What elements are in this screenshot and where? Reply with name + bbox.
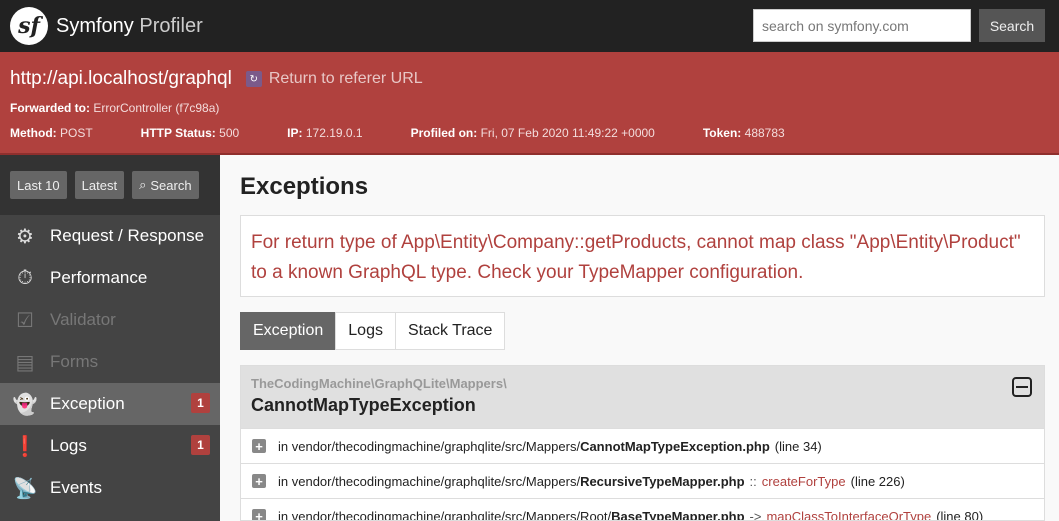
symfony-search-button[interactable]: Search bbox=[979, 9, 1045, 42]
brand-main: Symfony bbox=[56, 14, 134, 37]
trace-separator: -> bbox=[749, 508, 762, 521]
sidebar-item-validator[interactable]: ☑ Validator bbox=[0, 299, 220, 341]
tab-stack-trace[interactable]: Stack Trace bbox=[394, 312, 506, 350]
collapse-toggle-icon[interactable] bbox=[1012, 377, 1032, 397]
main-panel: Exceptions For return type of App\Entity… bbox=[220, 155, 1059, 521]
brand-sub: Profiler bbox=[139, 14, 203, 37]
profiled-label: Profiled on: bbox=[410, 126, 478, 140]
latest-button[interactable]: Latest bbox=[74, 171, 125, 199]
token-label: Token: bbox=[702, 126, 742, 140]
request-meta: Method: POST HTTP Status: 500 IP: 172.19… bbox=[10, 126, 833, 140]
exception-count-badge: 1 bbox=[191, 393, 210, 413]
trace-path: in vendor/thecodingmachine/graphqlite/sr… bbox=[278, 473, 581, 489]
referer-icon: ↻ bbox=[245, 71, 262, 87]
ghost-icon: 👻 bbox=[12, 393, 38, 416]
expand-plus-icon[interactable]: + bbox=[252, 509, 266, 520]
trace-line-number: (line 80) bbox=[936, 508, 984, 521]
trace-path: in vendor/thecodingmachine/graphqlite/sr… bbox=[278, 508, 612, 521]
trace-file[interactable]: CannotMapTypeException.php bbox=[580, 439, 770, 454]
expand-plus-icon[interactable]: + bbox=[252, 474, 266, 489]
request-summary: http://api.localhost/graphql ↻ Return to… bbox=[0, 52, 1059, 155]
forwarded-value[interactable]: ErrorController (f7c98a) bbox=[93, 101, 219, 115]
meta-token: Token: 488783 bbox=[703, 126, 809, 140]
sidebar-item-label: Exception bbox=[50, 394, 125, 413]
sidebar-item-logs[interactable]: ❗ Logs 1 bbox=[0, 425, 220, 467]
meta-method: Method: POST bbox=[10, 126, 117, 140]
trace-header: TheCodingMachine\GraphQLite\Mappers\ Can… bbox=[241, 366, 1044, 428]
expand-plus-icon[interactable]: + bbox=[252, 439, 266, 454]
ip-value: 172.19.0.1 bbox=[305, 126, 363, 140]
trace-line[interactable]: + in vendor/thecodingmachine/graphqlite/… bbox=[241, 498, 1044, 521]
symfony-search-input[interactable] bbox=[753, 9, 971, 42]
exception-message: For return type of App\Entity\Company::g… bbox=[240, 215, 1045, 297]
url-row: http://api.localhost/graphql ↻ Return to… bbox=[10, 68, 423, 90]
method-value: POST bbox=[60, 126, 93, 140]
trace-function: mapClassToInterfaceOrType bbox=[766, 508, 932, 521]
checkbox-icon: ☑ bbox=[16, 309, 34, 332]
profiled-value: Fri, 07 Feb 2020 11:49:22 +0000 bbox=[480, 126, 655, 140]
form-icon: ▤ bbox=[15, 351, 35, 374]
sidebar: Last 10 Latest ⌕ Search ⚙ Request / Respo… bbox=[0, 155, 220, 521]
logo-glyph: sf bbox=[18, 13, 40, 39]
top-header: sf Symfony Profiler Search bbox=[0, 0, 1059, 52]
symfony-logo-icon[interactable]: sf bbox=[10, 7, 48, 45]
exception-trace: TheCodingMachine\GraphQLite\Mappers\ Can… bbox=[240, 365, 1045, 521]
sidebar-item-events[interactable]: 📡 Events bbox=[0, 467, 220, 509]
stopwatch-icon: ⏱ bbox=[17, 266, 33, 289]
trace-line-number: (line 34) bbox=[774, 438, 822, 454]
page-title: Exceptions bbox=[240, 173, 369, 200]
trace-line-number: (line 226) bbox=[850, 473, 905, 489]
status-label: HTTP Status: bbox=[140, 126, 216, 140]
exception-tabs: Exception Logs Stack Trace bbox=[240, 312, 506, 350]
forwarded-info: Forwarded to: ErrorController (f7c98a) bbox=[10, 101, 219, 115]
gears-icon: ⚙ bbox=[16, 225, 34, 248]
meta-profiled: Profiled on: Fri, 07 Feb 2020 11:49:22 +… bbox=[411, 126, 679, 140]
sidebar-item-label: Forms bbox=[50, 352, 99, 371]
search-icon: ⌕ bbox=[139, 177, 147, 192]
ip-label: IP: bbox=[287, 126, 303, 140]
sidebar-item-performance[interactable]: ⏱ Performance bbox=[0, 257, 220, 299]
token-value[interactable]: 488783 bbox=[745, 126, 785, 140]
profile-search-label: Search bbox=[150, 177, 192, 193]
sidebar-item-label: Events bbox=[50, 478, 102, 497]
last-10-button[interactable]: Last 10 bbox=[10, 171, 67, 199]
brand-title[interactable]: Symfony Profiler bbox=[56, 15, 203, 38]
trace-separator: :: bbox=[749, 473, 757, 489]
sidebar-item-exception[interactable]: 👻 Exception 1 bbox=[0, 383, 220, 425]
profile-search-button[interactable]: ⌕ Search bbox=[132, 171, 199, 199]
sidebar-item-label: Validator bbox=[50, 310, 116, 329]
method-label: Method: bbox=[10, 126, 57, 140]
forwarded-label: Forwarded to: bbox=[10, 101, 90, 115]
sidebar-item-request-response[interactable]: ⚙ Request / Response bbox=[0, 215, 220, 257]
exception-class: CannotMapTypeException bbox=[251, 395, 476, 415]
sidebar-item-label: Logs bbox=[50, 436, 87, 455]
meta-status: HTTP Status: 500 bbox=[141, 126, 264, 140]
logs-count-badge: 1 bbox=[191, 435, 210, 455]
trace-function: createForType bbox=[761, 473, 846, 489]
trace-file[interactable]: BaseTypeMapper.php bbox=[611, 509, 744, 521]
exception-namespace: TheCodingMachine\GraphQLite\Mappers\ bbox=[251, 376, 507, 391]
sidebar-shortcuts: Last 10 Latest ⌕ Search bbox=[0, 155, 220, 215]
status-value: 500 bbox=[219, 126, 240, 140]
sidebar-item-label: Request / Response bbox=[50, 226, 205, 245]
meta-ip: IP: 172.19.0.1 bbox=[287, 126, 386, 140]
trace-file[interactable]: RecursiveTypeMapper.php bbox=[580, 474, 744, 489]
trace-line[interactable]: + in vendor/thecodingmachine/graphqlite/… bbox=[241, 463, 1044, 498]
sidebar-item-label: Performance bbox=[50, 268, 148, 287]
tab-exception[interactable]: Exception bbox=[240, 312, 337, 350]
sidebar-item-forms[interactable]: ▤ Forms bbox=[0, 341, 220, 383]
request-url: http://api.localhost/graphql bbox=[10, 68, 232, 89]
referer-label: Return to referer URL bbox=[268, 70, 423, 87]
alert-icon: ❗ bbox=[12, 435, 38, 458]
referer-link[interactable]: ↻ Return to referer URL bbox=[245, 70, 423, 88]
tab-logs[interactable]: Logs bbox=[335, 312, 396, 350]
trace-line[interactable]: + in vendor/thecodingmachine/graphqlite/… bbox=[241, 428, 1044, 463]
trace-path: in vendor/thecodingmachine/graphqlite/sr… bbox=[278, 438, 581, 454]
broadcast-icon: 📡 bbox=[12, 477, 38, 500]
